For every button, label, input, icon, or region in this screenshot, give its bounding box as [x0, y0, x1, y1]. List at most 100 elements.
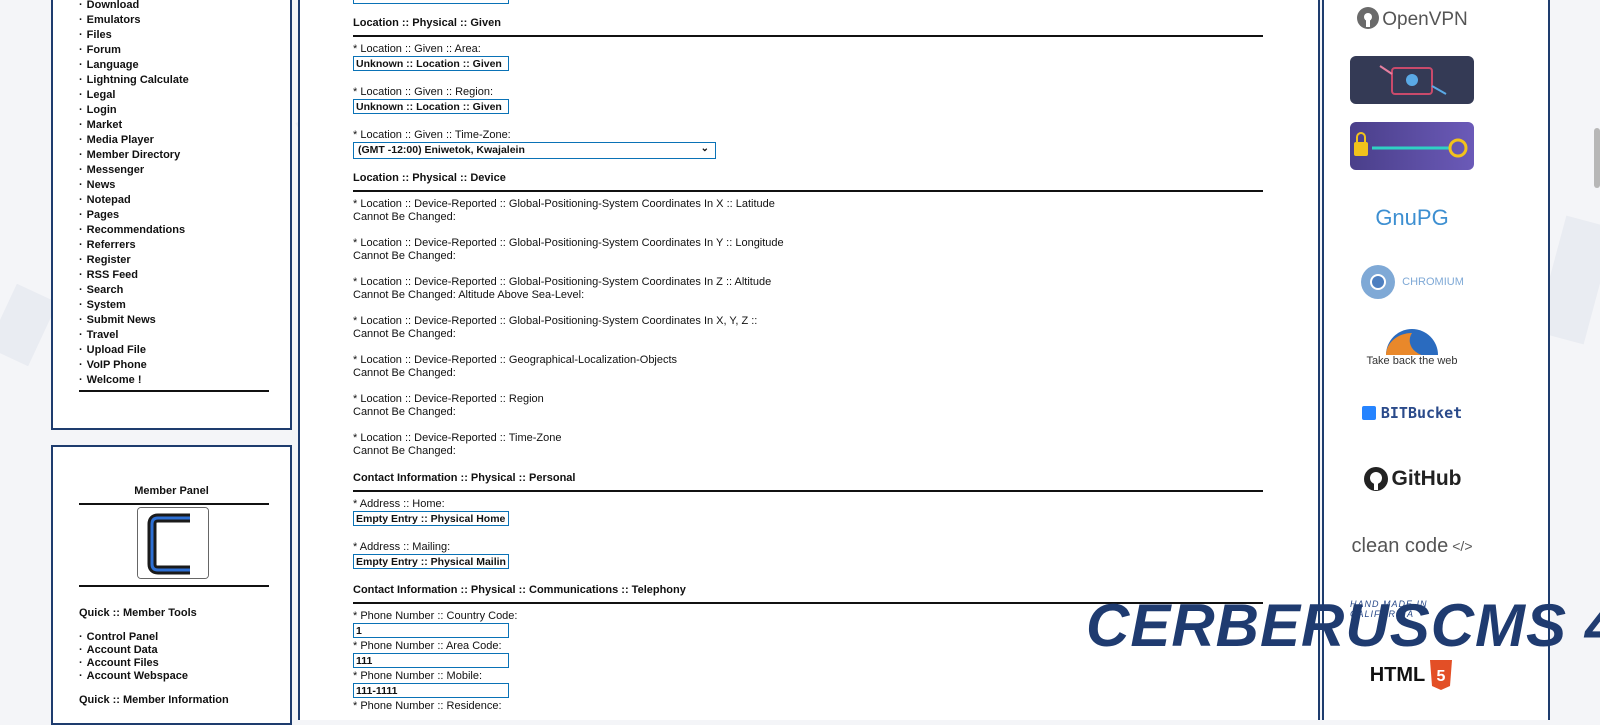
nav-item-label: Lightning Calculate [86, 74, 189, 86]
nav-item-label: Travel [86, 329, 119, 341]
avatar[interactable] [137, 507, 209, 579]
nav-item-label: Member Directory [86, 149, 181, 161]
nav-item-label: Notepad [86, 194, 131, 206]
nav-item-welcome[interactable]: · Welcome ! [79, 373, 269, 388]
mailing-address-label: * Address :: Mailing: [353, 541, 451, 553]
nav-item-pages[interactable]: · Pages [79, 208, 269, 223]
nav-item-label: Legal [86, 89, 116, 101]
member-panel-title: Member Panel [134, 485, 209, 497]
chromium-logo[interactable]: CHROMIUM [1350, 262, 1474, 302]
github-logo[interactable]: GitHub [1350, 464, 1474, 494]
nav-item-register[interactable]: · Register [79, 253, 269, 268]
bullet: · [79, 179, 83, 191]
mailing-address-input[interactable] [353, 554, 509, 569]
nav-item-upload-file[interactable]: · Upload File [79, 343, 269, 358]
chromium-icon [1361, 265, 1396, 299]
nav-item-search[interactable]: · Search [79, 283, 269, 298]
openvpn-logo[interactable]: OpenVPN [1350, 0, 1474, 40]
bullet: · [79, 29, 83, 41]
country-code-label: * Phone Number :: Country Code: [353, 610, 518, 622]
bullet: · [79, 14, 83, 26]
security-network-icon [1379, 65, 1447, 95]
country-code-input[interactable] [353, 623, 509, 638]
nav-item-label: Upload File [86, 344, 146, 356]
member-tool-account-data[interactable]: · Account Data [79, 644, 158, 656]
nav-item-market[interactable]: · Market [79, 118, 269, 133]
clean-code-logo[interactable]: clean code </> [1350, 526, 1474, 566]
nav-item-news[interactable]: · News [79, 178, 269, 193]
device-field-value: Cannot Be Changed: Altitude Above Sea-Le… [353, 289, 585, 301]
chromium-label: CHROMIUM [1402, 276, 1464, 288]
member-tool-account-webspace[interactable]: · Account Webspace [79, 670, 188, 682]
nav-item-label: VoIP Phone [86, 359, 147, 371]
nav-item-referrers[interactable]: · Referrers [79, 238, 269, 253]
nav-item-rss-feed[interactable]: · RSS Feed [79, 268, 269, 283]
device-field-value: Cannot Be Changed: [353, 406, 456, 418]
nav-item-voip-phone[interactable]: · VoIP Phone [79, 358, 269, 373]
nav-item-download[interactable]: · Download [79, 0, 269, 13]
bullet: · [79, 269, 83, 281]
region-label: * Location :: Given :: Region: [353, 86, 494, 98]
nav-item-language[interactable]: · Language [79, 58, 269, 73]
security-tile-logo[interactable] [1350, 56, 1474, 104]
divider [353, 190, 1263, 192]
nav-item-label: Welcome ! [86, 374, 142, 386]
mobile-label: * Phone Number :: Mobile: [353, 670, 483, 682]
device-field-value: Cannot Be Changed: [353, 250, 456, 262]
region-input[interactable] [353, 99, 509, 114]
nav-item-forum[interactable]: · Forum [79, 43, 269, 58]
nav-item-label: System [86, 299, 126, 311]
device-field-label: * Location :: Device-Reported :: Global-… [353, 276, 772, 288]
nav-item-submit-news[interactable]: · Submit News [79, 313, 269, 328]
nav-item-emulators[interactable]: · Emulators [79, 13, 269, 28]
firefox-label: Take back the web [1366, 355, 1458, 367]
bullet: · [79, 89, 83, 101]
mobile-input[interactable] [353, 683, 509, 698]
html5-logo[interactable]: HTML 5 [1350, 660, 1474, 690]
residence-label: * Phone Number :: Residence: [353, 700, 502, 712]
area-input[interactable] [353, 56, 509, 71]
area-label: * Location :: Given :: Area: [353, 43, 481, 55]
bullet: · [79, 374, 83, 386]
given-location-header: Location :: Physical :: Given [353, 17, 501, 29]
area-code-input[interactable] [353, 653, 509, 668]
home-address-input[interactable] [353, 511, 509, 526]
firefox-logo[interactable]: Take back the web [1350, 324, 1474, 372]
home-address-label: * Address :: Home: [353, 498, 445, 510]
svg-text:5: 5 [1437, 668, 1446, 685]
nav-item-system[interactable]: · System [79, 298, 269, 313]
bullet: · [79, 329, 83, 341]
nav-item-media-player[interactable]: · Media Player [79, 133, 269, 148]
nav-item-label: Search [86, 284, 124, 296]
nav-item-travel[interactable]: · Travel [79, 328, 269, 343]
bullet: · [79, 164, 83, 176]
gnupg-logo[interactable]: GnuPG [1350, 198, 1474, 238]
scrollbar-thumb[interactable] [1594, 128, 1600, 188]
nav-item-login[interactable]: · Login [79, 103, 269, 118]
github-label: GitHub [1391, 467, 1462, 490]
bitbucket-label: BITBucket [1380, 404, 1463, 422]
device-field-label: * Location :: Device-Reported :: Geograp… [353, 354, 678, 366]
html5-label: HTML [1369, 663, 1426, 686]
nav-item-label: Emulators [86, 14, 141, 26]
nav-item-files[interactable]: · Files [79, 28, 269, 43]
nav-item-label: Language [86, 59, 139, 71]
nav-item-member-directory[interactable]: · Member Directory [79, 148, 269, 163]
nav-item-messenger[interactable]: · Messenger [79, 163, 269, 178]
bullet: · [79, 134, 83, 146]
previous-field[interactable] [353, 0, 509, 4]
nav-item-label: Submit News [86, 314, 156, 326]
device-field-label: * Location :: Device-Reported :: Global-… [353, 315, 758, 327]
bitbucket-icon [1361, 406, 1376, 420]
nav-item-notepad[interactable]: · Notepad [79, 193, 269, 208]
nav-item-lightning-calculate[interactable]: · Lightning Calculate [79, 73, 269, 88]
timezone-select[interactable]: (GMT -12:00) Eniwetok, Kwajalein ⌄ [353, 142, 716, 159]
member-tool-account-files[interactable]: · Account Files [79, 657, 159, 669]
github-octocat-icon [1363, 467, 1388, 491]
member-tool-control-panel[interactable]: · Control Panel [79, 631, 158, 643]
bitbucket-logo[interactable]: BITBucket [1350, 402, 1474, 424]
encryption-key-logo[interactable] [1350, 122, 1474, 170]
contact-personal-header: Contact Information :: Physical :: Perso… [353, 472, 576, 484]
nav-item-legal[interactable]: · Legal [79, 88, 269, 103]
nav-item-recommendations[interactable]: · Recommendations [79, 223, 269, 238]
